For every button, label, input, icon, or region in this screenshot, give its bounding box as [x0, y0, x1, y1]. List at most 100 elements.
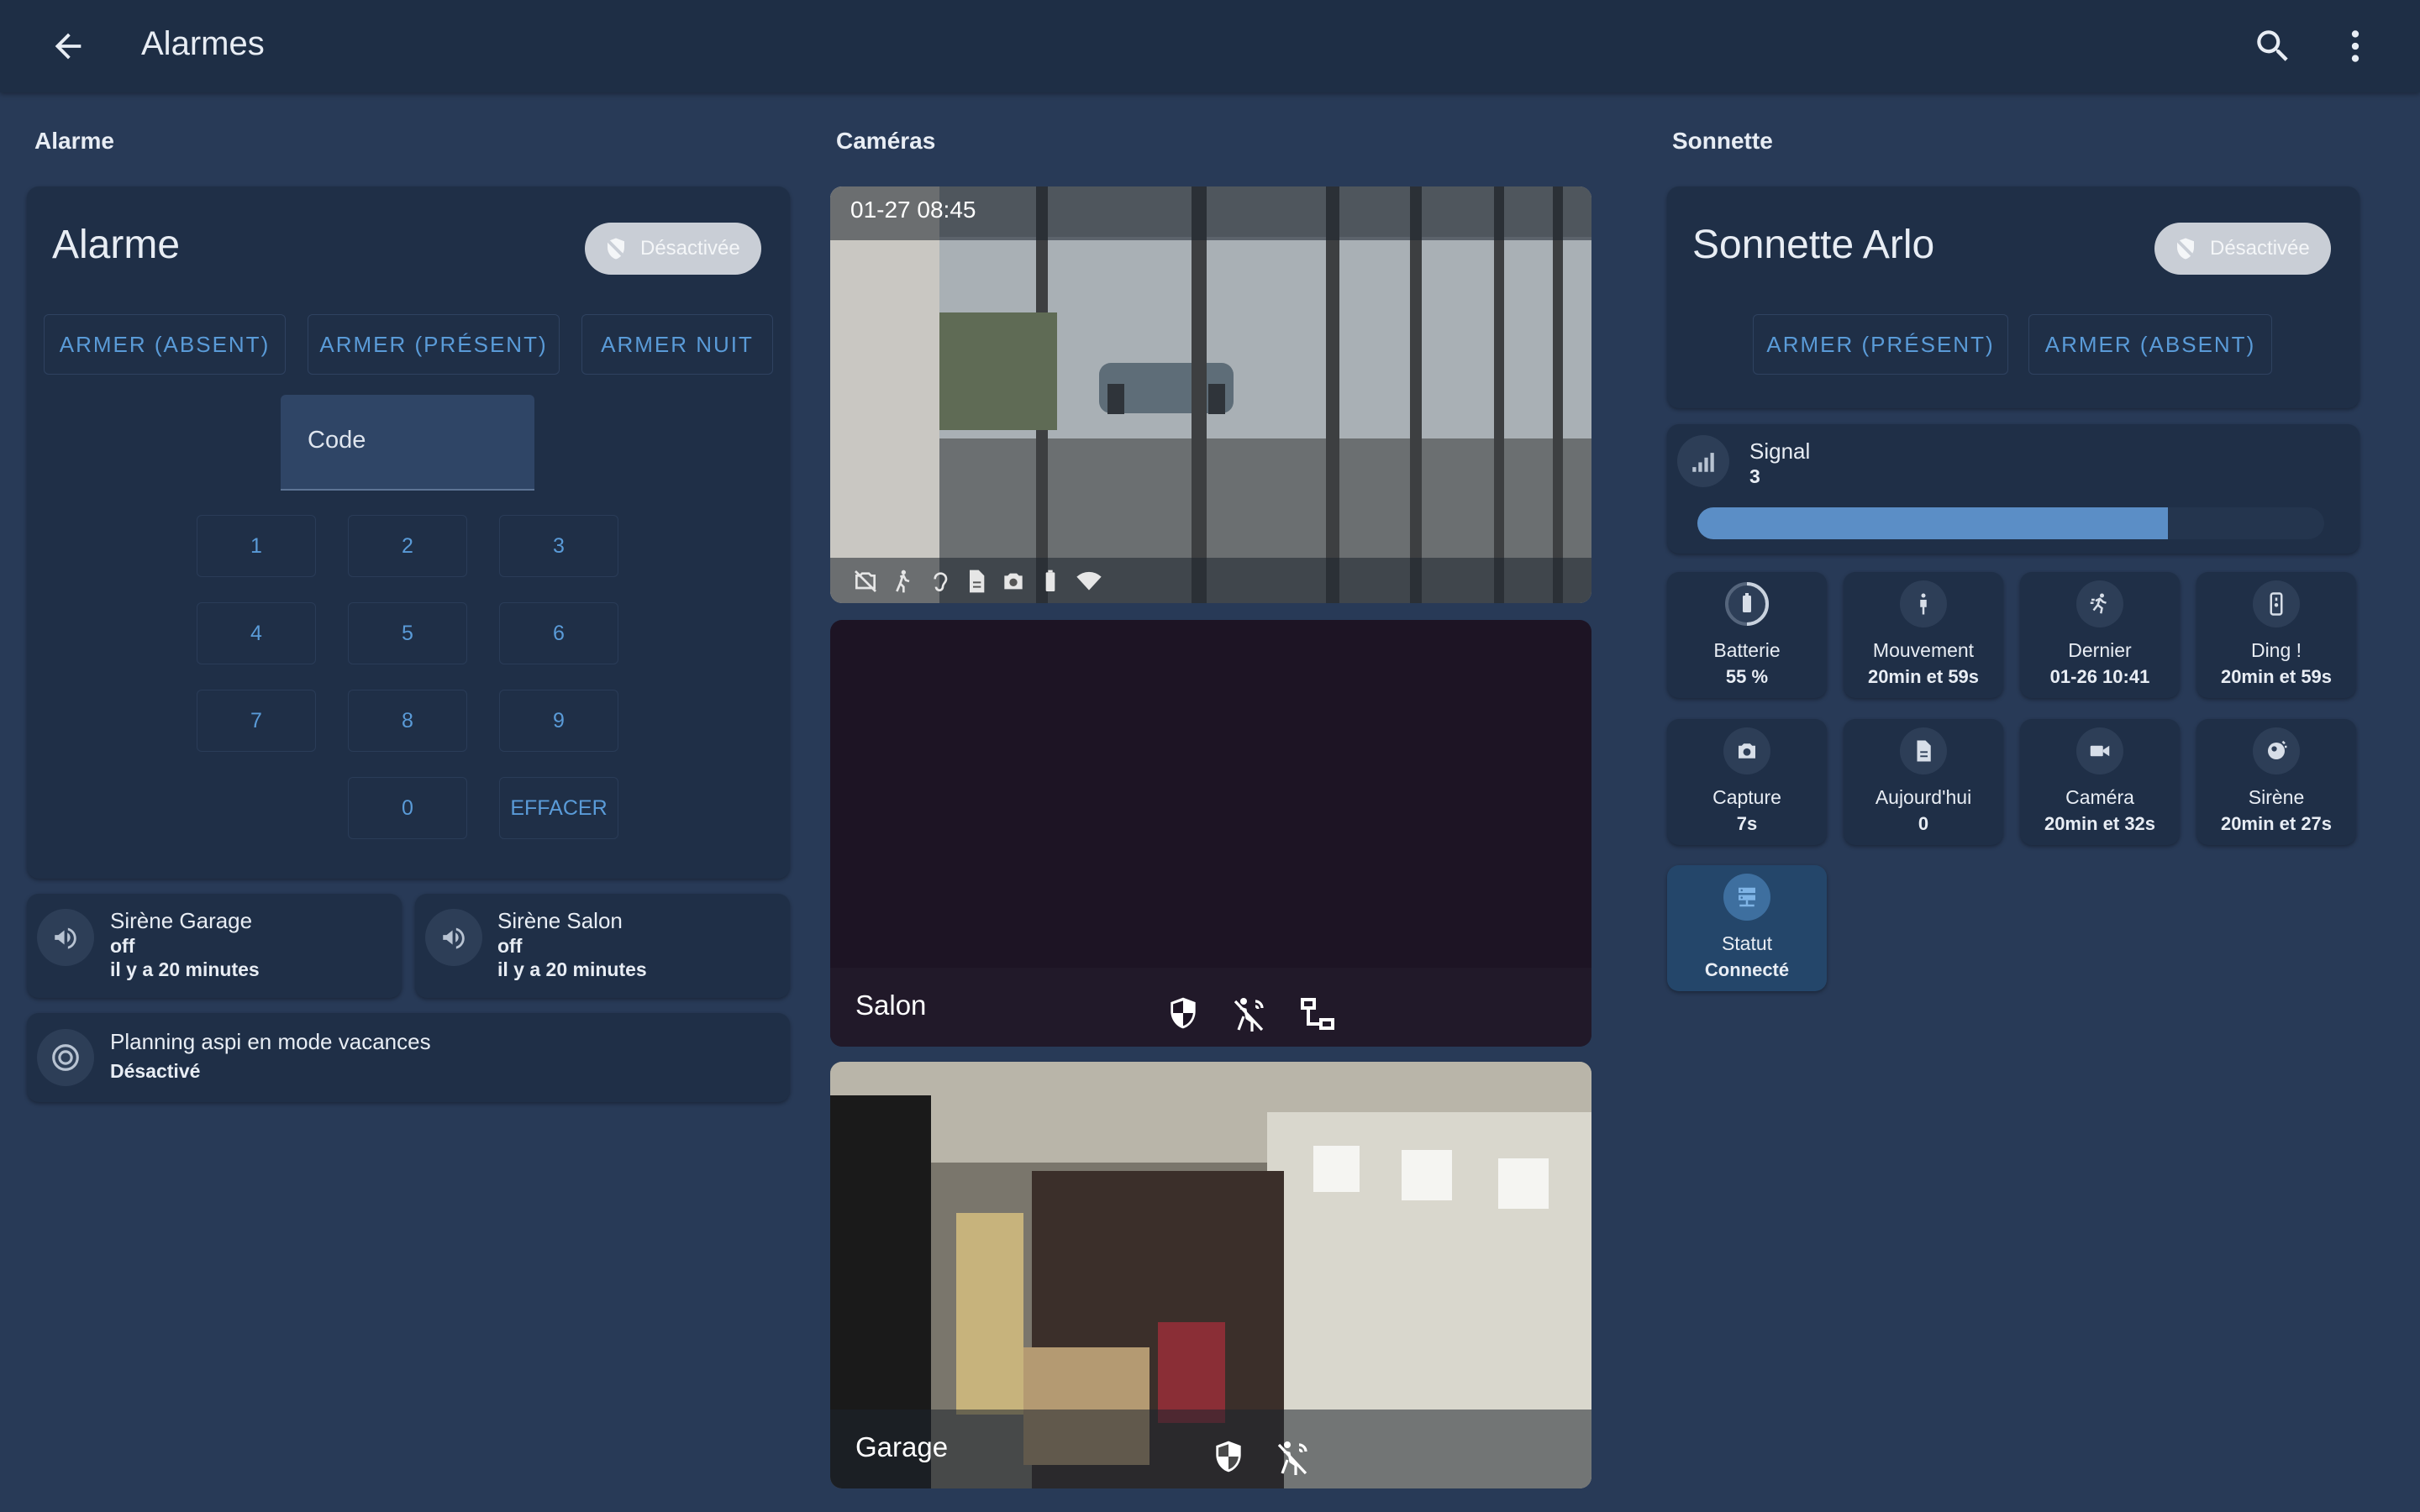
camera-front-door-image — [830, 186, 1591, 603]
alarm-state-label: Désactivée — [640, 237, 740, 260]
signal-value: 3 — [1749, 465, 1760, 487]
signal-bar-track — [1697, 507, 2324, 539]
siren-salon-state: off — [497, 935, 523, 957]
camera-icon — [1723, 727, 1770, 774]
keypad-key-7[interactable]: 7 — [197, 690, 316, 752]
tile-motion[interactable]: Mouvement 20min et 59s — [1844, 572, 2003, 698]
file-icon — [970, 570, 985, 593]
tile-status-label: Statut — [1721, 932, 1773, 954]
tile-battery-label: Batterie — [1713, 639, 1781, 661]
shield-icon[interactable] — [1165, 995, 1202, 1032]
planning-state: Désactivé — [110, 1060, 201, 1082]
doorbell-icon — [2253, 580, 2300, 627]
camera-garage-label: Garage — [855, 1431, 949, 1462]
battery-icon — [1045, 570, 1055, 591]
siren-garage-name: Sirène Garage — [110, 908, 253, 933]
tile-capture[interactable]: Capture 7s — [1667, 719, 1827, 845]
keypad-key-9[interactable]: 9 — [499, 690, 618, 752]
walk-icon — [896, 570, 910, 593]
tile-camera[interactable]: Caméra 20min et 32s — [2020, 719, 2180, 845]
tile-status[interactable]: Statut Connecté — [1667, 865, 1827, 991]
keypad-key-0[interactable]: 0 — [348, 777, 467, 839]
file-icon — [1900, 727, 1947, 774]
lan-icon[interactable] — [1297, 995, 1338, 1035]
code-input[interactable]: Code — [281, 395, 534, 491]
code-input-label: Code — [308, 427, 366, 454]
tile-today-value: 0 — [1918, 813, 1929, 834]
keypad-key-6[interactable]: 6 — [499, 602, 618, 664]
tile-battery[interactable]: Batterie 55 % — [1667, 572, 1827, 698]
battery-icon — [1723, 580, 1770, 627]
doorbell-arm-away-button[interactable]: ARMER (ABSENT) — [2028, 314, 2272, 375]
doorbell-arm-home-button[interactable]: ARMER (PRÉSENT) — [1753, 314, 2008, 375]
camera-salon-bottom-bar — [830, 968, 1591, 1047]
motion-sensor-icon[interactable] — [1272, 1438, 1313, 1478]
arm-home-button[interactable]: ARMER (PRÉSENT) — [308, 314, 560, 375]
tile-last-value: 01-26 10:41 — [2049, 666, 2150, 687]
page-title: Alarmes — [141, 25, 265, 62]
siren-garage-changed: il y a 20 minutes — [110, 958, 260, 980]
more-vertical-icon[interactable] — [2334, 25, 2376, 67]
tile-last-label: Dernier — [2068, 639, 2132, 661]
tile-today[interactable]: Aujourd'hui 0 — [1844, 719, 2003, 845]
tile-siren-value: 20min et 27s — [2220, 813, 2333, 834]
section-title-cameras: Caméras — [836, 128, 936, 154]
camera-front-door[interactable]: 01-27 08:45 — [830, 186, 1591, 603]
alarm-light-icon — [2253, 727, 2300, 774]
tile-status-value: Connecté — [1704, 959, 1790, 980]
section-title-doorbell: Sonnette — [1672, 128, 1773, 154]
tile-camera-value: 20min et 32s — [2044, 813, 2156, 834]
motion-sensor-icon[interactable] — [1228, 995, 1269, 1035]
keypad-key-4[interactable]: 4 — [197, 602, 316, 664]
tile-capture-value: 7s — [1736, 813, 1758, 834]
alarm-panel-name: Alarme — [52, 223, 181, 267]
arm-night-button[interactable]: ARMER NUIT — [581, 314, 773, 375]
arm-away-button[interactable]: ARMER (ABSENT) — [44, 314, 286, 375]
search-icon[interactable] — [2252, 25, 2294, 67]
tile-ding-value: 20min et 59s — [2220, 666, 2333, 687]
camera-off-icon — [855, 570, 876, 592]
doorbell-state-badge: Désactivée — [2154, 223, 2331, 275]
tile-last[interactable]: Dernier 01-26 10:41 — [2020, 572, 2180, 698]
bullhorn-icon — [37, 909, 94, 966]
ear-icon — [934, 572, 948, 591]
camera-salon[interactable]: Salon — [830, 620, 1591, 1047]
siren-salon-name: Sirène Salon — [497, 908, 623, 933]
keypad-clear-button[interactable]: EFFACER — [499, 777, 618, 839]
tile-motion-label: Mouvement — [1872, 639, 1975, 661]
doorbell-state-label: Désactivée — [2210, 237, 2310, 260]
shield-icon[interactable] — [1210, 1438, 1247, 1475]
signal-icon — [1677, 435, 1729, 487]
siren-salon-changed: il y a 20 minutes — [497, 958, 647, 980]
siren-garage-state: off — [110, 935, 135, 957]
keypad-key-8[interactable]: 8 — [348, 690, 467, 752]
tile-capture-label: Capture — [1712, 786, 1781, 808]
planning-name: Planning aspi en mode vacances — [110, 1029, 431, 1054]
keypad-key-2[interactable]: 2 — [348, 515, 467, 577]
keypad-key-3[interactable]: 3 — [499, 515, 618, 577]
tile-camera-label: Caméra — [2065, 786, 2134, 808]
keypad-key-5[interactable]: 5 — [348, 602, 467, 664]
camera-front-door-timestamp: 01-27 08:45 — [850, 197, 976, 223]
camera-garage[interactable]: Garage — [830, 1062, 1591, 1488]
server-network-icon — [1723, 874, 1770, 921]
alarm-state-badge: Désactivée — [585, 223, 761, 275]
signal-label: Signal — [1749, 438, 1811, 464]
bullhorn-icon — [425, 909, 482, 966]
tile-ding[interactable]: Ding ! 20min et 59s — [2196, 572, 2356, 698]
doorbell-name: Sonnette Arlo — [1692, 223, 1935, 267]
tile-battery-value: 55 % — [1725, 666, 1769, 687]
wifi-icon — [1076, 571, 1102, 591]
doorbell-alarm-card — [1667, 186, 2360, 408]
video-icon — [2076, 727, 2123, 774]
tile-siren[interactable]: Sirène 20min et 27s — [2196, 719, 2356, 845]
camera-salon-label: Salon — [855, 990, 927, 1021]
run-icon — [2076, 580, 2123, 627]
back-arrow-icon[interactable] — [49, 27, 87, 66]
tile-today-label: Aujourd'hui — [1875, 786, 1972, 808]
shield-off-icon — [2175, 238, 2196, 260]
planning-card[interactable] — [27, 1013, 790, 1102]
signal-bar-fill — [1697, 507, 2168, 539]
keypad-key-1[interactable]: 1 — [197, 515, 316, 577]
app-header: Alarmes — [0, 0, 2420, 92]
